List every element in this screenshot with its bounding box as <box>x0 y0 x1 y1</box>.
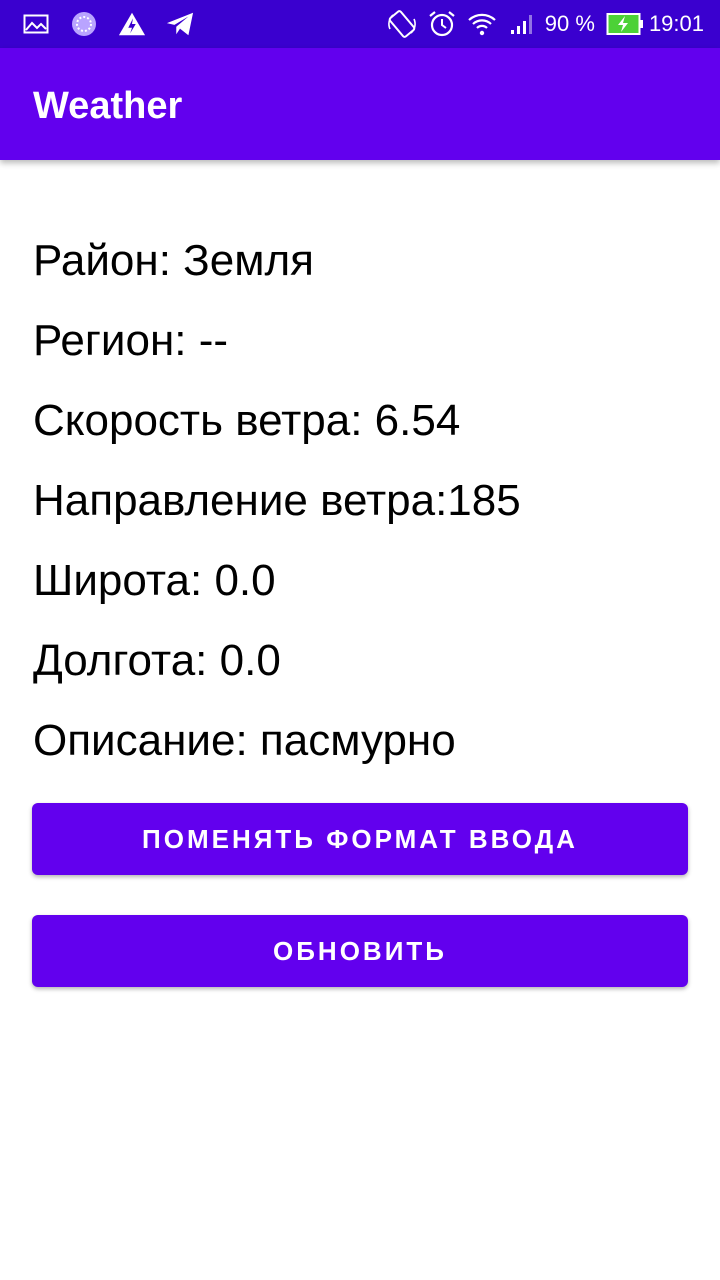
signal-icon <box>507 9 537 39</box>
wind-direction-label: Направление ветра:185 <box>33 476 521 525</box>
app-bar: Weather <box>0 48 720 160</box>
auto-rotate-icon <box>387 9 417 39</box>
refresh-label: ОБНОВИТЬ <box>273 935 447 966</box>
change-input-format-label: ПОМЕНЯТЬ ФОРМАТ ВВОДА <box>142 823 578 854</box>
battery-charging-icon <box>605 9 645 39</box>
flash-app-icon <box>118 10 146 38</box>
wind-speed-label: Скорость ветра: 6.54 <box>33 396 461 445</box>
status-bar-notifications <box>22 0 214 48</box>
wifi-icon <box>467 9 497 39</box>
change-input-format-button[interactable]: ПОМЕНЯТЬ ФОРМАТ ВВОДА <box>32 803 688 875</box>
district-label: Район: Земля <box>33 236 314 285</box>
longitude-label: Долгота: 0.0 <box>33 636 281 685</box>
description-label: Описание: пасмурно <box>33 716 456 765</box>
alarm-clock-icon <box>427 9 457 39</box>
status-time: 19:01 <box>648 11 704 36</box>
region-label: Регион: -- <box>33 316 229 365</box>
status-bar: 90 % 19:01 <box>0 0 720 48</box>
status-bar-system: 90 % 19:01 <box>377 0 704 48</box>
gallery-icon <box>22 10 50 38</box>
refresh-button[interactable]: ОБНОВИТЬ <box>32 915 688 987</box>
latitude-label: Широта: 0.0 <box>33 556 276 605</box>
telegram-icon <box>166 10 194 38</box>
app-title: Weather <box>33 85 183 127</box>
battery-percent: 90 % <box>544 11 595 36</box>
loading-circle-icon <box>70 10 98 38</box>
weather-info: Район: Земля Регион: -- Скорость ветра: … <box>33 233 693 793</box>
